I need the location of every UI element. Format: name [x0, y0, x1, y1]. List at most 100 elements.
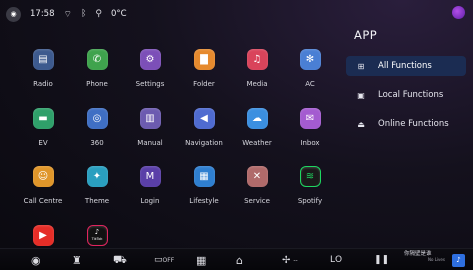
app-glyph: ✕ — [252, 171, 262, 182]
local-icon: ▣ — [357, 90, 365, 100]
app-login[interactable]: M Login — [124, 166, 176, 205]
phone-icon: ✆ — [86, 49, 108, 70]
app-label: Call Centre — [23, 197, 63, 205]
home-dock-icon[interactable]: ⌂ — [236, 253, 243, 267]
app-glyph: ✻ — [305, 54, 315, 65]
app-media[interactable]: ♫ Media — [231, 49, 283, 88]
app-label: Weather — [242, 139, 272, 147]
app-radio[interactable]: ▤ Radio — [17, 49, 69, 88]
app-folder[interactable]: ▇ Folder — [178, 49, 230, 88]
app-phone[interactable]: ✆ Phone — [71, 49, 123, 88]
tiktok-wordmark: TikTok — [91, 236, 103, 241]
inbox-icon: ✉ — [299, 108, 321, 129]
tiktok-icon: ♪ TikTok — [86, 225, 108, 246]
app-theme[interactable]: ✦ Theme — [71, 166, 123, 205]
menu-item-label: Local Functions — [378, 90, 444, 100]
signal-icon: ⚲ — [95, 9, 102, 19]
app-label: AC — [305, 80, 315, 88]
theme-icon: ✦ — [86, 166, 108, 187]
app-call-centre[interactable]: ☺ Call Centre — [17, 166, 69, 205]
app-glyph: ☺ — [37, 171, 49, 182]
radio-icon: ▤ — [32, 49, 54, 70]
app-glyph: ⚙ — [145, 54, 155, 65]
album-thumbnail[interactable]: ♪ — [452, 253, 465, 267]
spotify-icon: ≋ — [299, 166, 321, 187]
app-label: EV — [38, 139, 48, 147]
app-ev[interactable]: ▬ EV — [17, 108, 69, 147]
now-playing[interactable]: 你隔壁是谁 No Lives — [404, 251, 445, 265]
app-label: 360 — [90, 139, 104, 147]
album-art-icon: ♪ — [452, 253, 465, 267]
app-ac[interactable]: ✻ AC — [284, 49, 336, 88]
media-subtitle: No Lives — [428, 257, 445, 262]
app-glyph: ▇ — [200, 54, 208, 65]
seat-icon: ▭ — [154, 255, 163, 265]
menu-item-local-functions[interactable]: ▣ Local Functions — [346, 85, 466, 105]
spotify-dock-icon[interactable]: ◉ — [31, 253, 41, 267]
seat-heat-button[interactable]: ▭ OFF — [154, 253, 174, 267]
app-glyph: ✆ — [92, 54, 102, 65]
service-icon: ✕ — [246, 166, 268, 187]
app-glyph: ▦ — [199, 171, 209, 182]
fan-value: -- — [293, 256, 298, 264]
app-label: Spotify — [297, 197, 323, 205]
bluetooth-icon: ᛒ — [80, 9, 87, 19]
app-tiktok[interactable]: ♪ TikTok — [71, 225, 123, 246]
media-icon: ♫ — [246, 49, 268, 70]
car-dock-icon[interactable]: ⛟ — [113, 253, 127, 267]
menu-item-all-functions[interactable]: ⊞ All Functions — [346, 56, 466, 76]
ev-icon: ▬ — [32, 108, 54, 129]
app-label: Settings — [135, 80, 165, 88]
app-spotify[interactable]: ≋ Spotify — [284, 166, 336, 205]
menu-item-online-functions[interactable]: ⏏ Online Functions — [346, 114, 466, 134]
clock: 17:58 — [30, 9, 55, 19]
theme-dock-icon[interactable]: ♜ — [72, 253, 82, 267]
app-label: Folder — [193, 80, 215, 88]
voice-logo-icon[interactable]: ◉ — [6, 6, 21, 22]
app-label: Login — [140, 197, 160, 205]
app-youtube[interactable]: ▶ — [17, 225, 69, 246]
wifi-icon: ⌔ — [63, 9, 72, 20]
app-weather[interactable]: ☁ Weather — [231, 108, 283, 147]
app-glyph: M — [145, 171, 155, 182]
app-inbox[interactable]: ✉ Inbox — [284, 108, 336, 147]
fan-control[interactable]: ✢ -- — [282, 253, 298, 267]
app-glyph: ◀ — [200, 113, 208, 124]
youtube-icon: ▶ — [32, 225, 54, 246]
menu-item-label: All Functions — [378, 61, 432, 71]
weather-icon: ☁ — [246, 108, 268, 129]
app-settings[interactable]: ⚙ Settings — [124, 49, 176, 88]
cloud-download-icon: ⏏ — [357, 119, 365, 129]
app-glyph: ▶ — [39, 230, 47, 241]
seat-heat-label: OFF — [162, 256, 175, 264]
call-centre-icon: ☺ — [32, 166, 54, 187]
app-label: Theme — [84, 197, 110, 205]
apps-dock-icon[interactable]: ▦ — [196, 253, 206, 267]
pause-button[interactable]: ❚❚ — [374, 253, 389, 267]
app-glyph: ☁ — [252, 113, 262, 124]
manual-icon: ▥ — [139, 108, 161, 129]
panel-title: APP — [354, 28, 378, 42]
app-glyph: ♪ — [94, 227, 100, 236]
user-avatar[interactable] — [452, 6, 465, 19]
grid-icon: ⊞ — [357, 61, 365, 71]
folder-icon: ▇ — [193, 49, 215, 70]
app-label: Inbox — [300, 139, 320, 147]
app-glyph: ▤ — [38, 54, 48, 65]
ac-icon: ✻ — [299, 49, 321, 70]
app-360[interactable]: ◎ 360 — [71, 108, 123, 147]
app-glyph: ✦ — [92, 171, 102, 182]
infotainment-screen: ◉ 17:58 ⌔ ᛒ ⚲ 0°C ▤ Radio ✆ Phone ⚙ Settings ▇… — [0, 0, 473, 270]
app-glyph: ◎ — [92, 113, 102, 124]
app-manual[interactable]: ▥ Manual — [124, 108, 176, 147]
settings-icon: ⚙ — [139, 49, 161, 70]
app-navigation[interactable]: ◀ Navigation — [178, 108, 230, 147]
app-service[interactable]: ✕ Service — [231, 166, 283, 205]
app-label: Phone — [86, 80, 108, 88]
temperature-setting[interactable]: LO — [330, 253, 342, 267]
app-lifestyle[interactable]: ▦ Lifestyle — [178, 166, 230, 205]
navigation-icon: ◀ — [193, 108, 215, 129]
app-label: Manual — [137, 139, 163, 147]
app-glyph: ▥ — [145, 113, 155, 124]
bottom-dock: ◉ ♜ ⛟ ▭ OFF ▦ ⌂ ✢ -- LO ❚❚ 你隔壁是谁 No Live… — [0, 248, 473, 270]
